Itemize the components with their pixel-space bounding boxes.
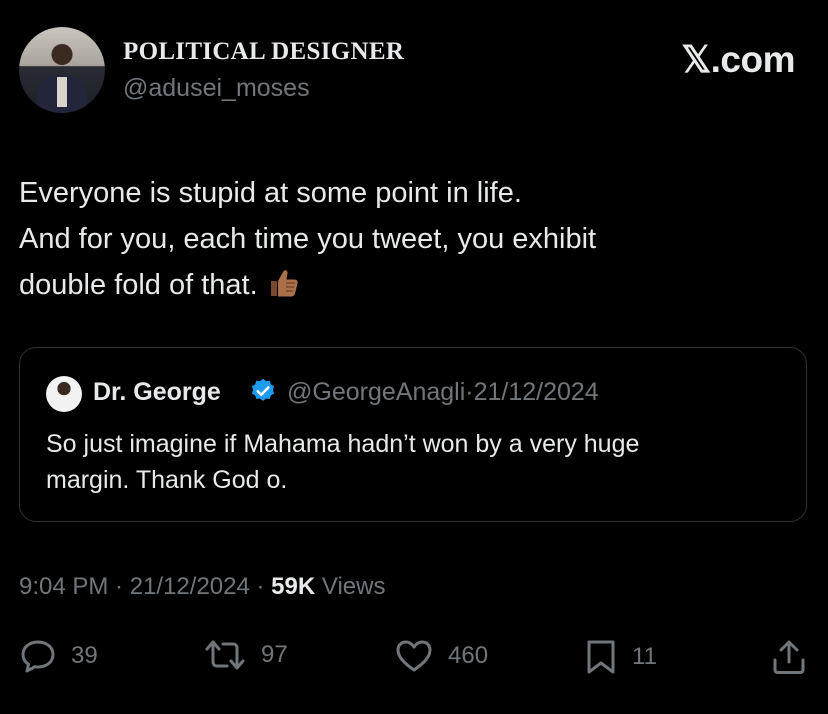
- quoted-line: So just imagine if Mahama hadn’t won by …: [46, 430, 640, 458]
- views-count: 59K: [271, 573, 316, 600]
- meta-separator: ·: [108, 573, 130, 600]
- tweet-time[interactable]: 9:04 PM: [19, 573, 108, 600]
- quoted-handle[interactable]: @GeorgeAnagli: [287, 378, 465, 406]
- thumbs-up-icon: [266, 266, 300, 314]
- bookmark-button[interactable]: 11: [584, 638, 657, 676]
- tweet-meta: 9:04 PM · 21/12/2024 · 59K Views: [19, 573, 385, 601]
- avatar-shirt: [57, 77, 67, 107]
- share-button[interactable]: [770, 638, 808, 676]
- quoted-separator: ·: [465, 378, 474, 406]
- views-label: Views: [321, 573, 386, 600]
- repost-button[interactable]: 97: [203, 638, 288, 672]
- tweet-line-text: double fold of that.: [19, 269, 258, 301]
- quoted-meta: @GeorgeAnagli·21/12/2024: [287, 378, 599, 407]
- quoted-line: margin. Thank God o.: [46, 466, 288, 494]
- quoted-avatar[interactable]: [46, 376, 82, 412]
- share-icon: [773, 640, 805, 674]
- author-avatar[interactable]: [19, 27, 105, 113]
- reply-button[interactable]: 39: [19, 638, 98, 674]
- bookmark-icon: [587, 640, 615, 674]
- tweet-line: Everyone is stupid at some point in life…: [19, 177, 522, 209]
- x-logo: 𝕏.com: [681, 39, 795, 80]
- meta-separator: ·: [249, 573, 272, 600]
- heart-icon: [396, 640, 432, 672]
- repost-count: 97: [261, 641, 288, 668]
- author-display-name[interactable]: POLITICAL DESIGNER: [123, 38, 404, 66]
- bookmark-count: 11: [632, 643, 657, 670]
- quoted-date[interactable]: 21/12/2024: [474, 378, 599, 406]
- tweet-line: And for you, each time you tweet, you ex…: [19, 223, 597, 255]
- author-handle[interactable]: @adusei_moses: [123, 74, 310, 103]
- tweet-line: double fold of that.: [19, 262, 799, 314]
- like-button[interactable]: 460: [394, 638, 488, 674]
- quoted-text: So just imagine if Mahama hadn’t won by …: [46, 426, 786, 498]
- quoted-tweet[interactable]: Dr. George @GeorgeAnagli·21/12/2024 So j…: [19, 347, 807, 522]
- reply-icon: [21, 640, 55, 673]
- verified-badge-icon: [249, 377, 277, 410]
- tweet-text: Everyone is stupid at some point in life…: [19, 170, 799, 314]
- quoted-author-name[interactable]: Dr. George: [93, 378, 221, 407]
- tweet-date[interactable]: 21/12/2024: [130, 573, 250, 600]
- repost-icon: [205, 640, 245, 670]
- like-count: 460: [448, 642, 489, 669]
- reply-count: 39: [71, 642, 98, 669]
